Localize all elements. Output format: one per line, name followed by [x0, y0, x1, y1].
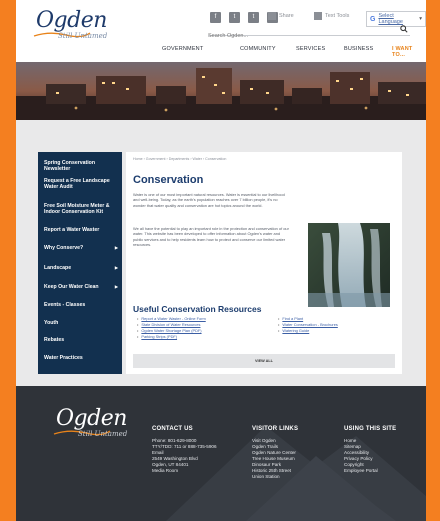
- chevron-right-icon: ▶: [114, 284, 118, 289]
- footer-logo-tagline: Still Untamed: [78, 430, 128, 438]
- sidebar-item-moisture-meter[interactable]: Free Soil Moisture Meter & Indoor Conser…: [44, 203, 120, 215]
- page-title: Conservation: [133, 174, 204, 186]
- sidebar-item-keep-water-clean[interactable]: Keep Our Water Clean ▶: [44, 284, 120, 290]
- footer-media-room-link[interactable]: Media Room: [152, 468, 217, 474]
- sidebar-item-water-audit[interactable]: Request a Free Landscape Water Audit: [44, 178, 120, 190]
- footer-contact-heading: CONTACT US: [152, 426, 193, 432]
- twitter-icon[interactable]: t: [248, 12, 259, 23]
- footer-using-site: USING THIS SITE Home Sitemap Accessibili…: [344, 426, 396, 474]
- view-all-button[interactable]: VIEW ALL: [133, 354, 395, 368]
- breadcrumb[interactable]: Home › Government › Departments › Water …: [133, 157, 226, 161]
- share-link[interactable]: Share: [268, 12, 294, 20]
- chevron-right-icon: ▶: [114, 265, 118, 270]
- waterfall-image: [308, 223, 390, 307]
- google-translate-icon: G: [370, 15, 376, 23]
- sidebar-item-report-waster[interactable]: Report a Water Waster: [44, 227, 120, 233]
- ogden-logo[interactable]: Ogden Still Untamed: [32, 8, 112, 44]
- main-nav: GOVERNMENT COMMUNITY SERVICES BUSINESS I…: [136, 46, 426, 58]
- share-icon: [268, 12, 276, 20]
- nav-community[interactable]: COMMUNITY: [240, 46, 276, 52]
- site-page: Ogden Still Untamed f t t ◎ Share Text T…: [16, 0, 426, 521]
- waterfall-photo: [308, 223, 390, 307]
- nav-government[interactable]: GOVERNMENT: [162, 46, 203, 52]
- footer-contact: CONTACT US Phone: 801-629-8000 TTY/TDD: …: [152, 426, 217, 474]
- hero-banner-image: [16, 62, 426, 120]
- footer-visitor-links: VISITOR LINKS Visit Ogden Ogden Trails O…: [252, 426, 298, 480]
- footer-using-site-heading: USING THIS SITE: [344, 426, 397, 432]
- resources-heading: Useful Conservation Resources: [133, 304, 262, 314]
- main-content: Home › Government › Departments › Water …: [126, 152, 402, 374]
- footer-logo[interactable]: Ogden Still Untamed: [52, 406, 132, 442]
- sidebar-item-water-practices[interactable]: Water Practices: [44, 355, 120, 361]
- footer-visitor-heading: VISITOR LINKS: [252, 426, 299, 432]
- search-input[interactable]: [208, 30, 388, 42]
- site-footer: Ogden Still Untamed CONTACT US Phone: 80…: [16, 386, 426, 521]
- sidebar-item-events-classes[interactable]: Events - Classes: [44, 302, 120, 308]
- footer-link[interactable]: Union Station: [252, 474, 298, 480]
- city-night-skyline: [16, 62, 426, 120]
- resources-list-right: Find a Plant Water Conservation - Brochu…: [278, 316, 338, 334]
- sidebar-item-why-conserve[interactable]: Why Conserve? ▶: [44, 245, 120, 251]
- text-tools-icon: [314, 12, 322, 20]
- chevron-down-icon: ▾: [419, 16, 422, 22]
- sidebar-nav: Spring Conservation Newsletter Request a…: [38, 152, 122, 374]
- chevron-right-icon: ▶: [114, 245, 118, 250]
- search-icon[interactable]: [400, 25, 408, 33]
- sidebar-item-landscape[interactable]: Landscape ▶: [44, 265, 120, 271]
- sidebar-item-spring-newsletter[interactable]: Spring Conservation Newsletter: [44, 160, 120, 172]
- logo-tagline: Still Untamed: [58, 32, 108, 40]
- intro-paragraph: Water is one of our most important natur…: [133, 192, 285, 208]
- site-header: Ogden Still Untamed f t t ◎ Share Text T…: [16, 0, 426, 62]
- sidebar-item-youth[interactable]: Youth: [44, 320, 120, 326]
- resources-list-left: Report a Water Waster - Online Form Stat…: [137, 316, 206, 340]
- twitter-icon[interactable]: t: [229, 12, 240, 23]
- resource-link-watering-guide[interactable]: Watering Guide: [278, 328, 338, 334]
- resource-link-parking-strips[interactable]: Parking Strips (PDF): [137, 334, 206, 340]
- intro-paragraph-2: We all have the potential to play an imp…: [133, 226, 289, 248]
- nav-i-want-to[interactable]: I WANT TO...: [392, 46, 426, 58]
- text-tools-link[interactable]: Text Tools: [314, 12, 349, 20]
- nav-services[interactable]: SERVICES: [296, 46, 325, 52]
- facebook-icon[interactable]: f: [210, 12, 221, 23]
- footer-link[interactable]: Employee Portal: [344, 468, 396, 474]
- site-search: [208, 24, 410, 42]
- nav-business[interactable]: BUSINESS: [344, 46, 373, 52]
- sidebar-item-rebates[interactable]: Rebates: [44, 337, 120, 343]
